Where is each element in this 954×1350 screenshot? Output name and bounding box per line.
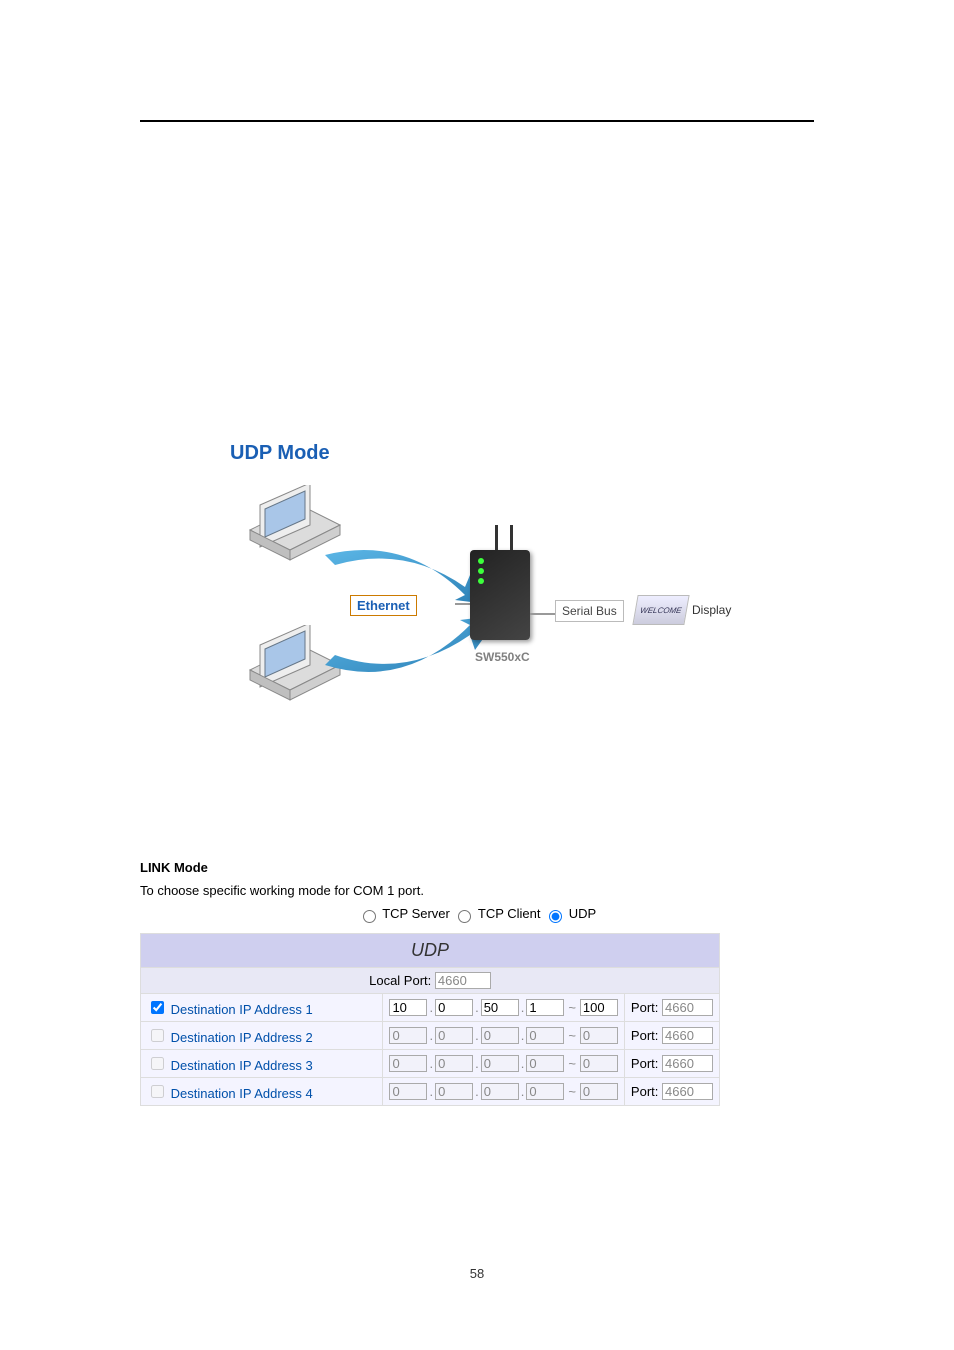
ip-octet-input[interactable] bbox=[481, 999, 519, 1016]
page-number: 58 bbox=[0, 1266, 954, 1281]
range-tilde: ~ bbox=[568, 1000, 576, 1015]
separator-dot: . bbox=[475, 1084, 479, 1099]
destination-row: Destination IP Address 3... ~ Port: bbox=[141, 1049, 720, 1077]
port-label: Port: bbox=[631, 1028, 662, 1043]
destination-label: Destination IP Address 2 bbox=[167, 1030, 313, 1045]
separator-dot: . bbox=[475, 1056, 479, 1071]
udp-table: UDP Local Port: Destination IP Address 1… bbox=[140, 933, 720, 1106]
destination-label: Destination IP Address 4 bbox=[167, 1086, 313, 1101]
ip-octet-input[interactable] bbox=[389, 1027, 427, 1044]
tcp-server-radio[interactable] bbox=[363, 910, 376, 923]
udp-diagram: Ethernet SW550xC Serial Bus WELCOME Disp… bbox=[140, 485, 814, 745]
ip-octet-input[interactable] bbox=[435, 1027, 473, 1044]
udp-radio[interactable] bbox=[549, 910, 562, 923]
ip-octet-input[interactable] bbox=[435, 1083, 473, 1100]
port-input[interactable] bbox=[662, 1083, 713, 1100]
serial-bus-label: Serial Bus bbox=[555, 600, 624, 622]
separator-dot: . bbox=[521, 1084, 525, 1099]
separator-dot: . bbox=[521, 1028, 525, 1043]
ip-range-input[interactable] bbox=[580, 1027, 618, 1044]
ip-octet-input[interactable] bbox=[389, 1083, 427, 1100]
top-divider bbox=[140, 120, 814, 122]
destination-enable-checkbox[interactable] bbox=[151, 1085, 164, 1098]
destination-enable-checkbox[interactable] bbox=[151, 1057, 164, 1070]
separator-dot: . bbox=[429, 1084, 433, 1099]
destination-enable-checkbox[interactable] bbox=[151, 1001, 164, 1014]
port-input[interactable] bbox=[662, 1027, 713, 1044]
separator-dot: . bbox=[429, 1000, 433, 1015]
ip-octet-input[interactable] bbox=[481, 1055, 519, 1072]
ip-range-input[interactable] bbox=[580, 1083, 618, 1100]
udp-label: UDP bbox=[569, 906, 596, 921]
destination-label: Destination IP Address 1 bbox=[167, 1002, 313, 1017]
ip-range-input[interactable] bbox=[580, 1055, 618, 1072]
ip-octet-input[interactable] bbox=[435, 1055, 473, 1072]
ip-range-input[interactable] bbox=[580, 999, 618, 1016]
ip-octet-input[interactable] bbox=[526, 999, 564, 1016]
computer-icon bbox=[240, 485, 350, 580]
display-label: Display bbox=[692, 603, 731, 617]
ethernet-label: Ethernet bbox=[350, 595, 417, 616]
separator-dot: . bbox=[521, 1056, 525, 1071]
computer-icon bbox=[240, 625, 350, 720]
port-label: Port: bbox=[631, 1000, 662, 1015]
destination-row: Destination IP Address 2... ~ Port: bbox=[141, 1021, 720, 1049]
ip-octet-input[interactable] bbox=[526, 1055, 564, 1072]
ip-octet-input[interactable] bbox=[435, 999, 473, 1016]
ip-octet-input[interactable] bbox=[481, 1027, 519, 1044]
port-label: Port: bbox=[631, 1084, 662, 1099]
link-mode-heading: LINK Mode bbox=[140, 860, 814, 875]
destination-row: Destination IP Address 1... ~ Port: bbox=[141, 993, 720, 1021]
separator-dot: . bbox=[475, 1028, 479, 1043]
destination-label: Destination IP Address 3 bbox=[167, 1058, 313, 1073]
destination-row: Destination IP Address 4... ~ Port: bbox=[141, 1077, 720, 1105]
ip-octet-input[interactable] bbox=[389, 999, 427, 1016]
local-port-label: Local Port: bbox=[369, 973, 431, 988]
separator-dot: . bbox=[521, 1000, 525, 1015]
separator-dot: . bbox=[429, 1028, 433, 1043]
udp-table-header: UDP bbox=[141, 933, 720, 967]
welcome-icon: WELCOME bbox=[632, 595, 689, 625]
ip-octet-input[interactable] bbox=[389, 1055, 427, 1072]
connector-line bbox=[530, 613, 558, 615]
tcp-client-radio[interactable] bbox=[458, 910, 471, 923]
tcp-server-label: TCP Server bbox=[382, 906, 450, 921]
link-mode-radio-group: TCP Server TCP Client UDP bbox=[140, 906, 814, 923]
destination-enable-checkbox[interactable] bbox=[151, 1029, 164, 1042]
device-label: SW550xC bbox=[475, 650, 530, 664]
ip-octet-input[interactable] bbox=[481, 1083, 519, 1100]
range-tilde: ~ bbox=[568, 1056, 576, 1071]
link-mode-subtext: To choose specific working mode for COM … bbox=[140, 883, 814, 898]
device-icon bbox=[470, 550, 530, 640]
tcp-client-label: TCP Client bbox=[478, 906, 541, 921]
port-input[interactable] bbox=[662, 999, 713, 1016]
local-port-input[interactable] bbox=[435, 972, 491, 989]
range-tilde: ~ bbox=[568, 1084, 576, 1099]
port-label: Port: bbox=[631, 1056, 662, 1071]
ip-octet-input[interactable] bbox=[526, 1027, 564, 1044]
separator-dot: . bbox=[475, 1000, 479, 1015]
range-tilde: ~ bbox=[568, 1028, 576, 1043]
separator-dot: . bbox=[429, 1056, 433, 1071]
section-title: UDP Mode bbox=[230, 442, 814, 465]
port-input[interactable] bbox=[662, 1055, 713, 1072]
ip-octet-input[interactable] bbox=[526, 1083, 564, 1100]
